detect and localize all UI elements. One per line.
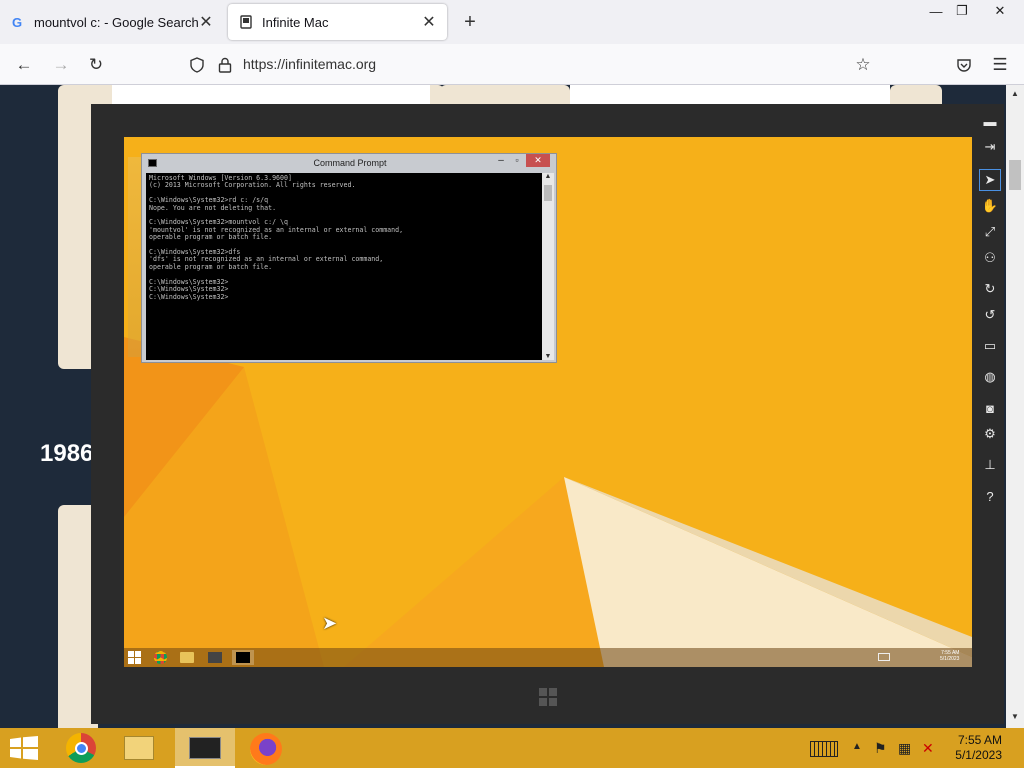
console-line: C:\Windows\System32>	[149, 292, 229, 301]
pocket-icon[interactable]	[951, 52, 977, 78]
command-prompt-window[interactable]: Command Prompt – ▫ ✕ Microsoft Windows […	[141, 153, 557, 363]
rotate-right-icon[interactable]: ↻	[979, 278, 1001, 300]
firefox-icon[interactable]	[250, 733, 282, 765]
console-scrollbar[interactable]: ▲ ▼	[542, 173, 554, 360]
restore-icon[interactable]: ❐	[944, 0, 980, 22]
hand-icon[interactable]: ✋	[979, 195, 1001, 217]
host-taskbar: ▲ ⚑ ▦ ✕	[0, 728, 1024, 768]
page-scrollbar[interactable]: ▲ ▼	[1006, 85, 1024, 728]
minimize-bar-icon[interactable]: ▬	[979, 110, 1001, 132]
action-center-flag-icon[interactable]: ⚑	[874, 740, 887, 757]
windows-logo-icon[interactable]	[539, 688, 557, 706]
console-line: Nope. You are not deleting that.	[149, 203, 277, 212]
display-icon[interactable]: ▭	[979, 335, 1001, 357]
guest-taskbar: 7:55 AM 5/1/2023	[124, 648, 972, 667]
maximize-icon[interactable]: ▫	[510, 155, 524, 167]
console-line: operable program or batch file.	[149, 262, 273, 271]
mouse-cursor-icon: ➤	[322, 613, 338, 633]
close-tab-icon[interactable]: ✕	[419, 12, 439, 32]
forward-icon[interactable]: →	[48, 52, 74, 78]
host-explorer-icon[interactable]	[124, 736, 154, 760]
mac-icon	[238, 14, 254, 30]
pin-icon[interactable]: ⇥	[979, 136, 1001, 158]
tab-infinite-mac[interactable]: Infinite Mac ✕	[228, 4, 447, 40]
taskbar-cmd-icon[interactable]	[232, 650, 254, 665]
network-icon[interactable]: ⊥	[979, 454, 1001, 476]
chrome-icon[interactable]	[154, 651, 167, 664]
minimize-icon[interactable]: –	[494, 155, 508, 167]
navigation-bar: ← → ↻ https://infinitemac.org ☆ ☰	[0, 44, 1024, 85]
console-line: (c) 2013 Microsoft Corporation. All righ…	[149, 181, 356, 190]
settings-gear-icon[interactable]: ⚙	[979, 423, 1001, 445]
start-button[interactable]	[128, 651, 141, 664]
svg-text:G: G	[12, 15, 22, 29]
gamepad-icon[interactable]: ⚇	[979, 247, 1001, 269]
volume-muted-icon[interactable]: ✕	[922, 740, 934, 757]
reload-icon[interactable]: ↻	[83, 52, 109, 78]
lock-icon[interactable]	[212, 52, 238, 78]
tray-chevron-icon[interactable]: ▲	[852, 741, 862, 752]
server-manager-icon[interactable]	[208, 652, 222, 663]
close-icon[interactable]: ✕	[526, 154, 550, 167]
year-heading: 1986	[40, 440, 94, 467]
expand-icon[interactable]: ⤢	[979, 221, 1001, 243]
network-tray-icon[interactable]: ▦	[898, 740, 911, 757]
tab-label: mountvol c: - Google Search	[34, 14, 199, 30]
camera-icon[interactable]: ◙	[979, 397, 1001, 419]
bookmark-star-icon[interactable]: ☆	[850, 52, 876, 78]
host-taskbar-app[interactable]	[175, 728, 235, 768]
console-output[interactable]: Microsoft Windows [Version 6.3.9600] (c) …	[146, 173, 542, 360]
keyboard-icon[interactable]	[878, 653, 890, 661]
tab-google-search[interactable]: G mountvol c: - Google Search ✕	[0, 4, 224, 40]
host-chrome-icon[interactable]	[66, 733, 96, 763]
host-start-button[interactable]	[10, 736, 38, 760]
url-field[interactable]: https://infinitemac.org	[243, 56, 376, 72]
host-clock-date: 5/1/2023	[955, 748, 1002, 762]
host-clock[interactable]: 7:55 AM 5/1/2023	[955, 733, 1002, 763]
menu-icon[interactable]: ☰	[987, 52, 1013, 78]
help-icon[interactable]: ?	[979, 485, 1001, 507]
google-g-icon: G	[10, 14, 26, 30]
new-tab-icon[interactable]: +	[458, 10, 482, 34]
tab-label: Infinite Mac	[262, 14, 329, 30]
file-explorer-icon[interactable]	[180, 652, 194, 663]
close-tab-icon[interactable]: ✕	[196, 12, 216, 32]
browser-tab-bar: G mountvol c: - Google Search ✕ Infinite…	[0, 0, 1024, 44]
pointer-icon[interactable]: ➤	[979, 169, 1001, 191]
globe-icon[interactable]: ◍	[979, 366, 1001, 388]
console-line: operable program or batch file.	[149, 233, 273, 242]
guest-clock-date[interactable]: 5/1/2023	[940, 656, 959, 662]
close-window-icon[interactable]: ✕	[982, 0, 1018, 22]
touch-keyboard-icon[interactable]	[810, 741, 838, 757]
rotate-left-icon[interactable]: ↺	[979, 304, 1001, 326]
host-clock-time: 7:55 AM	[957, 733, 1002, 747]
shield-icon[interactable]	[184, 52, 210, 78]
back-icon[interactable]: ←	[11, 52, 37, 78]
